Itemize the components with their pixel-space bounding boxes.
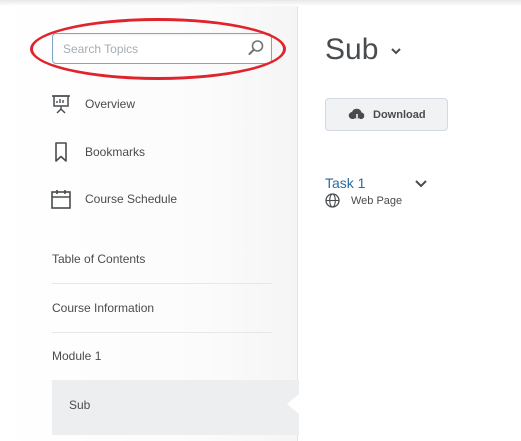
chevron-down-icon[interactable]	[414, 179, 428, 189]
divider	[52, 283, 272, 284]
sidebar	[0, 6, 298, 441]
nav-item-course-schedule[interactable]: Course Schedule	[50, 184, 177, 214]
presentation-board-icon	[50, 93, 72, 115]
calendar-icon	[50, 188, 72, 210]
toc-module-sub-selected[interactable]: Sub	[52, 380, 299, 435]
toc-module-label: Sub	[69, 398, 91, 412]
nav-item-overview[interactable]: Overview	[50, 89, 135, 119]
chevron-down-icon[interactable]	[390, 46, 402, 56]
globe-icon	[325, 193, 340, 208]
nav-item-label: Overview	[85, 97, 136, 111]
nav-item-label: Bookmarks	[85, 145, 146, 159]
search-icon[interactable]	[247, 39, 265, 57]
bookmark-icon	[50, 141, 72, 163]
download-button-label: Download	[373, 109, 426, 121]
nav-item-label: Course Schedule	[85, 192, 178, 206]
search-box[interactable]	[52, 33, 272, 64]
divider	[52, 332, 272, 333]
nav-item-bookmarks[interactable]: Bookmarks	[50, 137, 145, 167]
table-of-contents-link[interactable]: Table of Contents	[52, 252, 272, 266]
topic-link-task-1[interactable]: Task 1	[325, 175, 365, 191]
page-title: Sub	[325, 33, 379, 66]
search-input[interactable]	[53, 34, 243, 63]
download-button[interactable]: Download	[325, 98, 448, 131]
topic-type-label: Web Page	[351, 195, 403, 207]
cloud-download-icon	[348, 108, 365, 123]
toc-module-module-1[interactable]: Module 1	[52, 349, 272, 363]
toc-module-course-information[interactable]: Course Information	[52, 301, 272, 315]
selected-indicator-caret	[287, 394, 299, 414]
